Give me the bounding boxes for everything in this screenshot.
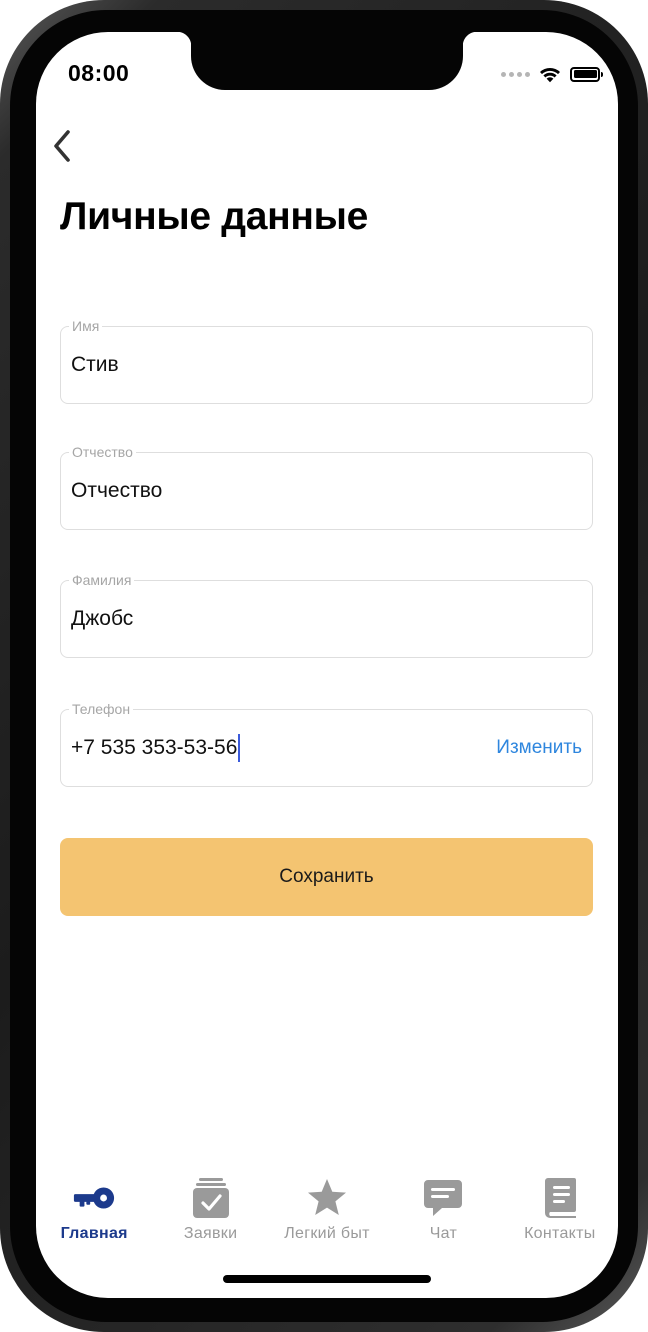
tab-chat-label: Чат bbox=[429, 1225, 458, 1242]
first-name-field[interactable]: Имя Стив bbox=[60, 318, 593, 404]
tab-easy-life[interactable]: Легкий быт bbox=[269, 1168, 385, 1258]
tab-contacts-label: Контакты bbox=[524, 1225, 596, 1242]
patronymic-value[interactable]: Отчество bbox=[71, 477, 162, 505]
key-icon bbox=[72, 1176, 116, 1220]
phone-value: +7 535 353-53-56 bbox=[71, 736, 238, 759]
text-caret bbox=[238, 734, 241, 762]
tab-requests[interactable]: Заявки bbox=[152, 1168, 268, 1258]
status-icons bbox=[501, 62, 603, 86]
patronymic-field[interactable]: Отчество Отчество bbox=[60, 444, 593, 530]
tab-requests-label: Заявки bbox=[183, 1225, 238, 1242]
tab-easy-life-label: Легкий быт bbox=[284, 1225, 370, 1242]
tab-home[interactable]: Главная bbox=[36, 1168, 152, 1258]
notch bbox=[177, 32, 477, 90]
tab-home-label: Главная bbox=[60, 1225, 128, 1242]
patronymic-label: Отчество bbox=[69, 444, 136, 460]
back-button[interactable] bbox=[44, 126, 80, 166]
requests-check-icon bbox=[189, 1176, 233, 1220]
home-indicator bbox=[223, 1275, 431, 1283]
chat-bubble-icon bbox=[421, 1176, 465, 1220]
phone-label: Телефон bbox=[69, 701, 134, 717]
wifi-icon bbox=[540, 67, 560, 83]
page-title: Личные данные bbox=[60, 195, 369, 238]
change-phone-link[interactable]: Изменить bbox=[496, 736, 582, 760]
battery-icon bbox=[570, 66, 603, 82]
chevron-left-icon bbox=[54, 130, 70, 162]
first-name-label: Имя bbox=[69, 318, 103, 334]
status-time: 08:00 bbox=[68, 60, 130, 86]
app-screen: 08:00 Личные данные Имя Стив Отчество От… bbox=[36, 32, 618, 1298]
signal-dots-icon bbox=[501, 71, 530, 77]
save-button[interactable]: Сохранить bbox=[60, 838, 593, 916]
phone-field[interactable]: Телефон +7 535 353-53-56 Изменить bbox=[60, 701, 593, 787]
contacts-book-icon bbox=[538, 1176, 582, 1220]
last-name-label: Фамилия bbox=[69, 572, 135, 588]
star-icon bbox=[305, 1176, 349, 1220]
last-name-value[interactable]: Джобс bbox=[71, 605, 133, 633]
first-name-value[interactable]: Стив bbox=[71, 351, 119, 379]
tab-bar: Главная Заявки Легкий быт Чат Контакты bbox=[36, 1168, 618, 1258]
tab-contacts[interactable]: Контакты bbox=[502, 1168, 618, 1258]
tab-chat[interactable]: Чат bbox=[385, 1168, 501, 1258]
phone-input[interactable]: +7 535 353-53-56 bbox=[71, 734, 241, 762]
last-name-field[interactable]: Фамилия Джобс bbox=[60, 572, 593, 658]
